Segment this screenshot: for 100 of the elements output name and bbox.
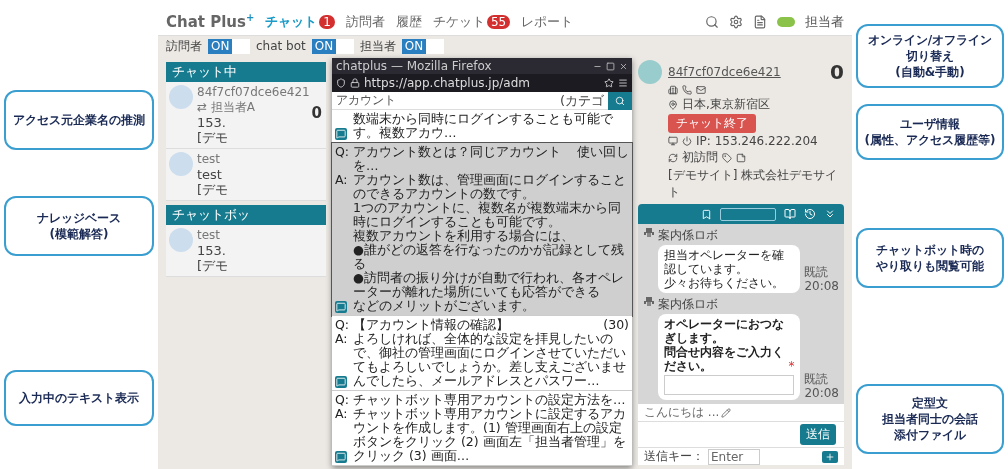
answer-box[interactable]	[664, 375, 795, 395]
dropdown-field[interactable]	[720, 207, 776, 221]
category-select[interactable]: (カテゴ	[559, 91, 608, 110]
callout-text: (自動&手動)	[895, 64, 965, 80]
nav-tab[interactable]: 訪問者	[346, 12, 385, 31]
document-icon	[753, 14, 767, 29]
visit-text: 初訪問	[682, 149, 718, 166]
tag-icon	[722, 152, 732, 163]
search-field[interactable]: アカウント	[332, 92, 560, 109]
avatar-icon	[169, 152, 193, 176]
answer-text: アカウント数は、管理画面にログインすることのできるアカウントの数です。	[353, 173, 627, 201]
answer-text: ●誰がどの返答を行なったのかが記録として残る	[353, 243, 625, 271]
knowledge-item[interactable]: Q: チャットボット専用アカウントの設定方法を… A: チャットボット専用アカウントに設定するアカウントを作成します。(1) 管理画面右上の設定ボタンをクリック (2) 画面左「担当者管理」をクリック (3) 画面…	[332, 391, 632, 466]
callout-text: 添付ファイル	[894, 427, 966, 443]
question-label: Q:	[335, 393, 351, 407]
read-status: 既読	[804, 372, 830, 386]
question-label: Q:	[335, 318, 351, 332]
answer-label: A:	[335, 407, 348, 421]
pencil-icon	[721, 407, 732, 418]
send-key-label: 送信キー：	[644, 448, 704, 465]
callout-text: 定型文	[912, 395, 948, 411]
answer-text: 数端末から同時にログインすることも可能です。複数アカウ…	[353, 112, 614, 140]
avatar-icon	[169, 228, 193, 252]
visitor-id[interactable]: 84f7cf07dce6e421	[668, 65, 781, 79]
end-chat-button[interactable]: チャット終了	[668, 114, 756, 133]
callout-text: ユーザ情報	[900, 116, 960, 132]
note-icon	[736, 152, 746, 163]
read-status: 既読	[804, 265, 830, 279]
mail-icon	[696, 85, 706, 95]
filter-label: 訪問者	[166, 37, 202, 55]
power-icon	[682, 136, 692, 146]
answer-text: よろしければ、全体的な設定を拝見したいので、御社の管理画面にログインさせていただいてもよろしいでしょうか。差し支えございませんでしたら、メールアドレスとパスワー…	[353, 332, 627, 388]
filter-label: chat bot	[256, 39, 306, 53]
nav-tab[interactable]: チャット 1	[265, 12, 335, 31]
callout-text: (属性、アクセス履歴等)	[864, 132, 996, 148]
filter-switch[interactable]: ON	[311, 38, 354, 54]
shield-icon	[336, 78, 346, 88]
nav-tab[interactable]: レポート	[521, 12, 574, 31]
chat-list-item[interactable]: test test [デモ	[166, 149, 326, 201]
monitor-icon	[668, 136, 678, 146]
filter-label: 担当者	[359, 37, 396, 55]
insert-button[interactable]	[335, 301, 347, 313]
plus-icon	[825, 451, 835, 462]
insert-button[interactable]	[335, 376, 347, 388]
callout-text: (模範解答)	[49, 226, 109, 242]
close-icon	[619, 61, 628, 71]
robot-icon	[643, 227, 655, 239]
nav-tab[interactable]: 履歴	[396, 12, 422, 31]
status-toggle[interactable]	[777, 16, 795, 27]
filter-switch[interactable]: ON	[401, 38, 444, 54]
question-text: 【アカウント情報の確認】	[353, 318, 509, 332]
robot-icon	[643, 296, 655, 308]
send-button[interactable]: 送信	[800, 424, 836, 445]
callout-text: やり取りも閲覧可能	[876, 258, 984, 274]
company-text: [デモサイト] 株式会社デモサイト	[668, 167, 839, 201]
speech-bubble-icon	[336, 377, 346, 387]
question-text: チャットボット専用アカウントの設定方法を…	[353, 393, 626, 407]
insert-button[interactable]	[335, 451, 347, 463]
callout-text: アクセス元企業名の推測	[13, 112, 145, 128]
chat-list-item[interactable]: 84f7cf07dce6e421 ⇄ 担当者A 153. [デモ 0	[166, 82, 326, 149]
callout-text: 入力中のテキスト表示	[19, 390, 139, 406]
maximize-icon	[606, 61, 615, 71]
avatar-icon	[638, 60, 662, 84]
knowledge-item[interactable]: Q: 【アカウント情報の確認】 (30) A: よろしければ、全体的な設定を拝見したいので、御社の管理画面にログインさせていただいてもよろしいでしょうか。差し支えございませんでしたら、メールアドレスとパスワー…	[332, 316, 632, 391]
bookmark-icon	[701, 208, 712, 220]
collapse-icon	[824, 208, 836, 220]
sender-name: 案内係ロボ	[658, 227, 719, 244]
knowledge-item[interactable]: Q: アカウント数とは？同じアカウントを… 使い回し A: アカウント数は、管理画面にログインすることのできるアカウントの数です。 1つのアカウントに、複数名が複数端末から同時にログインすることも可能です。 複数アカウントを利用する場合には、 ●誰がどの返答を行なったのかが記録として残る ●訪問者の振り分けが自動で行われ、各オペレーターが離れた場所にいても応答ができる などのメリットがございます。	[332, 143, 632, 316]
avatar-icon	[169, 85, 193, 109]
insert-button[interactable]	[335, 128, 347, 140]
typing-text: こんにちは ...	[644, 404, 720, 421]
section-header: チャットボッ	[166, 205, 326, 225]
required-mark: *	[788, 359, 795, 373]
knowledge-item[interactable]: 数端末から同時にログインすることも可能です。複数アカウ…	[332, 110, 632, 143]
window-title: chatplus — Mozilla Firefox	[336, 59, 493, 73]
question-text: アカウント数とは？同じアカウントを…	[353, 145, 562, 173]
message-text: 問合せ内容をご入力ください。	[664, 345, 785, 373]
nav-tab[interactable]: チケット 55	[433, 12, 511, 31]
ip-text: IP: 153.246.222.204	[696, 134, 818, 148]
building-icon	[668, 85, 678, 95]
speech-bubble-icon	[336, 302, 346, 312]
filter-switch[interactable]: ON	[208, 38, 250, 54]
answer-label: A:	[335, 173, 348, 187]
question-label: Q:	[335, 145, 351, 161]
answer-text: ●訪問者の振り分けが自動で行われ、各オペレーターが離れた場所にいても応答ができる	[353, 271, 625, 299]
message-bubble: 担当オペレーターを確認しています。 少々お待ちください。	[658, 245, 801, 293]
speech-bubble-icon	[336, 129, 346, 139]
menu-icon	[618, 78, 628, 88]
status-label: 担当者	[805, 12, 844, 31]
answer-text: などのメリットがございます。	[353, 299, 536, 313]
settings-icon	[729, 14, 743, 29]
message-time: 20:08	[804, 279, 839, 293]
book-icon	[784, 208, 796, 220]
message-time: 20:08	[804, 386, 839, 400]
chat-list-item[interactable]: test 153. [デモ	[166, 225, 326, 277]
message-text: オペレーターにおつなぎします。	[664, 317, 785, 345]
attach-button[interactable]	[822, 450, 838, 463]
send-key-select[interactable]: Enter	[708, 448, 760, 465]
question-tag: 使い回し	[577, 145, 629, 173]
location-text: 日本,東京新宿区	[682, 96, 770, 113]
